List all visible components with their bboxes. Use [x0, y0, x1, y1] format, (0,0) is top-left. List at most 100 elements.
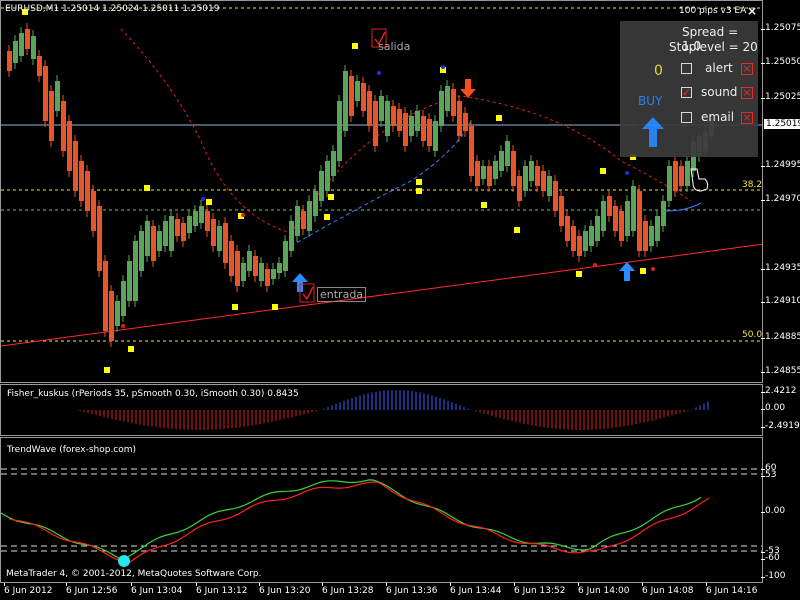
candle-body	[511, 151, 516, 186]
candle-body	[259, 263, 264, 281]
sound-checkbox[interactable]: ✓	[681, 87, 692, 98]
price-axis-tick: 1.24885	[760, 332, 800, 342]
candle-body	[229, 241, 234, 276]
candle-body	[649, 226, 654, 246]
trendwave-header: TrendWave (forex-shop.com)	[7, 445, 137, 455]
entrada-checkmark	[302, 286, 314, 301]
candle-body	[589, 226, 594, 246]
time-axis-tick: 6 Jun 12:56	[66, 583, 118, 596]
candle-body	[145, 221, 150, 256]
candle-body	[181, 223, 186, 241]
alert-label: alert	[705, 61, 733, 75]
signal-dot	[625, 171, 629, 175]
buy-arrow-icon	[619, 262, 635, 281]
candle-body	[67, 121, 72, 171]
candle-body	[247, 251, 252, 271]
time-axis-tick: 6 Jun 14:00	[578, 583, 630, 596]
candle-body	[523, 166, 528, 191]
candle-body	[271, 269, 276, 279]
candle-body	[319, 171, 324, 201]
sound-remove-icon[interactable]: ×	[741, 87, 753, 99]
candle-body	[403, 113, 408, 146]
candle-body	[25, 29, 30, 49]
price-axis-tick: 1.25025	[760, 92, 800, 102]
candle-body	[211, 219, 216, 246]
candle-body	[235, 251, 240, 286]
candle-body	[583, 231, 588, 251]
candle-body	[481, 166, 486, 179]
candle-body	[73, 141, 78, 191]
time-axis-tick: 6 Jun 2012	[4, 583, 53, 596]
time-axis-tick: 6 Jun 13:04	[131, 583, 183, 596]
candle-body	[577, 236, 582, 256]
candle-body	[85, 171, 90, 211]
candle-body	[643, 221, 648, 251]
candle-body	[307, 201, 312, 231]
candle-body	[187, 216, 192, 233]
trendwave-axis-tick: 0.00	[760, 506, 786, 516]
fib-level-50: 50.0	[742, 330, 763, 340]
price-axis-tick: 1.24855	[760, 366, 800, 376]
candle-body	[499, 151, 504, 171]
candle-body	[241, 263, 246, 281]
candle-body	[199, 206, 204, 223]
alert-checkbox[interactable]	[681, 63, 692, 74]
email-checkbox[interactable]	[681, 112, 692, 123]
candle-body	[355, 81, 360, 101]
signal-square	[600, 168, 606, 174]
email-remove-icon[interactable]: ×	[741, 112, 753, 124]
candle-body	[667, 166, 672, 201]
candle-body	[421, 116, 426, 141]
ea-control-panel: Spread = 1.0 Stoplevel = 20 0 alert × ✓ …	[620, 21, 758, 157]
candle-body	[91, 191, 96, 231]
time-axis-tick: 6 Jun 13:36	[386, 583, 438, 596]
candle-body	[619, 211, 624, 241]
candle-body	[55, 81, 60, 111]
candle-body	[139, 231, 144, 271]
candle-body	[103, 261, 108, 331]
candle-body	[157, 231, 162, 251]
close-icon[interactable]: ×	[747, 4, 757, 18]
buy-arrow-icon	[642, 117, 664, 147]
candle-body	[175, 219, 180, 236]
trendwave-axis: 60 53 0.00 -53 -60 -100	[760, 437, 800, 583]
candle-body	[385, 101, 390, 136]
ea-title: 100 pips v3 EA	[679, 6, 747, 16]
candle-body	[283, 241, 288, 271]
time-axis-tick: 6 Jun 13:52	[514, 583, 566, 596]
fisher-axis-tick: 0.00	[760, 403, 786, 413]
candle-body	[13, 41, 18, 63]
signal-square	[144, 185, 150, 191]
alert-remove-icon[interactable]: ×	[741, 63, 753, 75]
candle-body	[607, 196, 612, 216]
signal-dot	[593, 263, 597, 267]
stoplevel-readout: Stoplevel = 20	[669, 40, 758, 54]
signal-square	[328, 194, 334, 200]
fisher-axis: 2.4212 0.00 -2.4919	[760, 384, 800, 436]
candle-body	[295, 206, 300, 236]
candle-body	[427, 119, 432, 146]
signal-square	[104, 367, 110, 373]
signal-square	[481, 202, 487, 208]
trendwave-axis-tick: -100	[760, 571, 786, 581]
candle-body	[595, 216, 600, 241]
fisher-indicator-pane[interactable]: Fisher_kuskus (rPeriods 35, pSmooth 0.30…	[0, 384, 763, 436]
candle-body	[505, 141, 510, 166]
candle-body	[61, 101, 66, 151]
candle-body	[373, 101, 378, 146]
signal-square	[496, 115, 502, 121]
main-chart-pane[interactable]: EURUSD,M1 1.25014 1.25024 1.25011 1.2501…	[0, 0, 763, 383]
time-axis: 6 Jun 2012 6 Jun 12:56 6 Jun 13:04 6 Jun 13…	[0, 583, 800, 600]
signal-square	[576, 271, 582, 277]
price-axis-tick: 1.24995	[760, 160, 800, 170]
candle-body	[337, 101, 342, 161]
candle-body	[547, 176, 552, 196]
candle-body	[169, 216, 174, 251]
trendwave-indicator-pane[interactable]: TrendWave (forex-shop.com) MetaTrader 4,…	[0, 437, 763, 583]
copyright-text: MetaTrader 4, © 2001-2012, MetaQuotes So…	[6, 569, 262, 579]
signal-dot	[241, 213, 245, 217]
candle-body	[493, 161, 498, 179]
candle-body	[109, 291, 114, 341]
price-axis-tick: 1.25050	[760, 57, 800, 67]
candle-body	[673, 161, 678, 191]
